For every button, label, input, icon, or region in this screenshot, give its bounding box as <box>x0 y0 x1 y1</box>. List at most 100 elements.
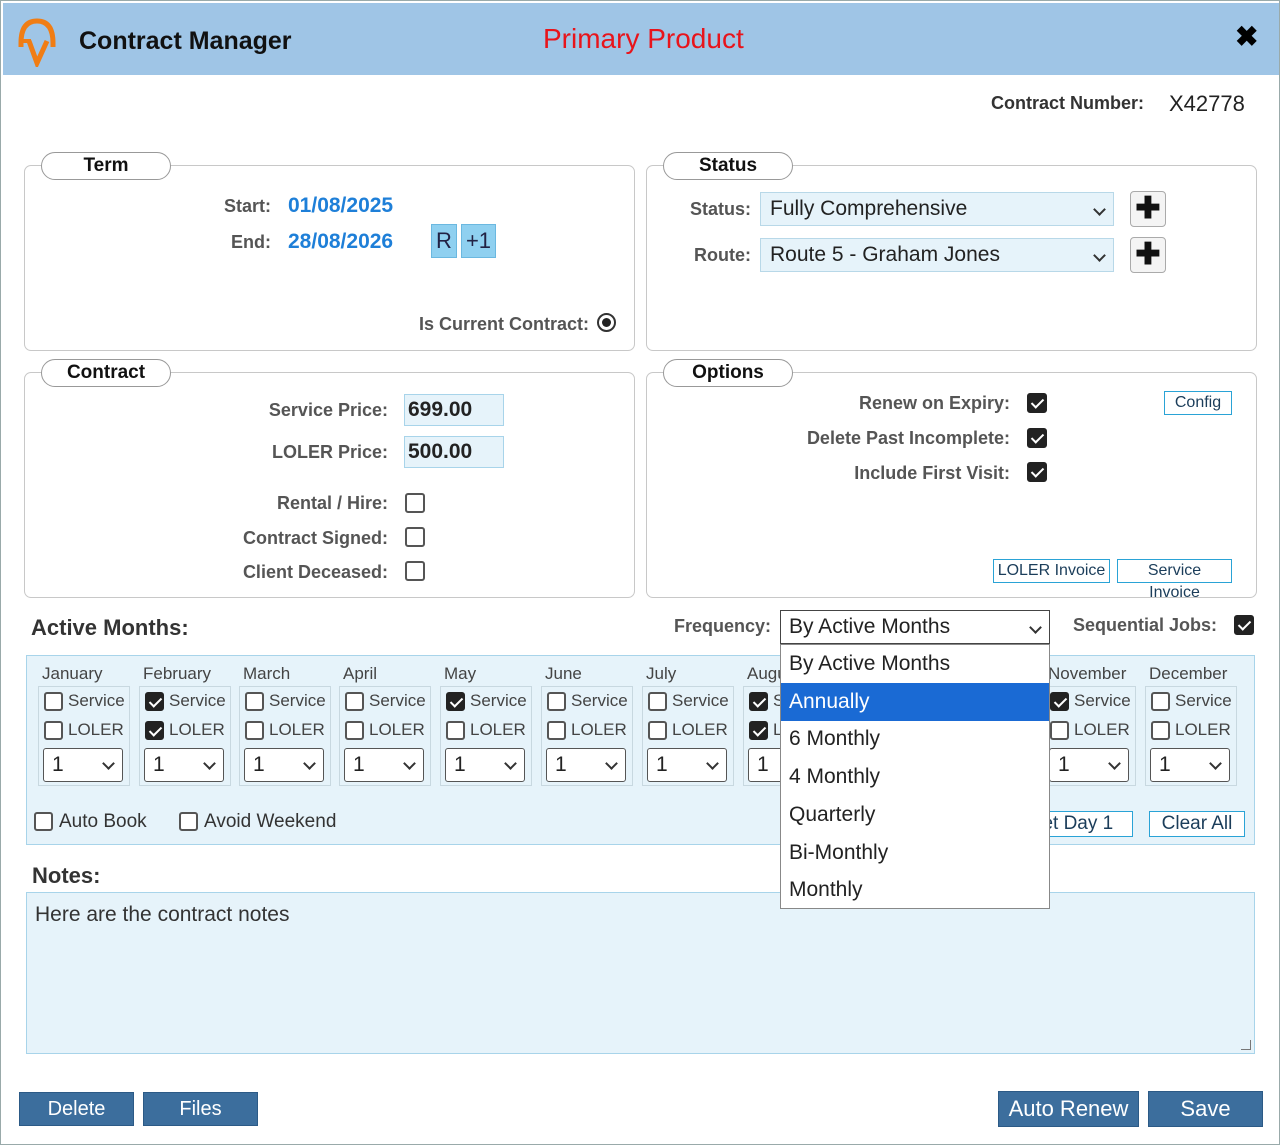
month-service-checkbox[interactable] <box>446 692 465 712</box>
r-button[interactable]: R <box>431 224 457 258</box>
month-service-option[interactable]: Service <box>446 691 527 712</box>
month-column: November Service LOLER 1 <box>1038 656 1138 790</box>
route-select[interactable]: Route 5 - Graham Jones <box>760 238 1114 272</box>
month-loler-option[interactable]: LOLER <box>245 720 325 741</box>
renew-label: Renew on Expiry: <box>858 393 1010 413</box>
month-loler-checkbox[interactable] <box>648 721 667 741</box>
rental-checkbox[interactable] <box>405 493 425 513</box>
month-loler-checkbox[interactable] <box>446 721 465 741</box>
auto-renew-button[interactable]: Auto Renew <box>998 1091 1139 1127</box>
deceased-checkbox[interactable] <box>405 561 425 581</box>
month-name: March <box>243 664 291 683</box>
month-loler-option[interactable]: LOLER <box>1050 720 1130 741</box>
add-status-button[interactable]: ✚ <box>1130 191 1166 227</box>
month-count-select[interactable]: 1 <box>344 748 424 782</box>
month-service-checkbox[interactable] <box>245 692 264 712</box>
loler-price-label: LOLER Price: <box>271 442 388 462</box>
renew-checkbox[interactable] <box>1027 393 1047 413</box>
month-count-select[interactable]: 1 <box>1150 748 1230 782</box>
save-button[interactable]: Save <box>1148 1091 1263 1127</box>
frequency-option[interactable]: By Active Months <box>781 645 1049 683</box>
month-service-label: Service <box>571 691 628 710</box>
month-loler-checkbox[interactable] <box>245 721 264 741</box>
month-loler-checkbox[interactable] <box>44 721 63 741</box>
notes-textarea[interactable]: Here are the contract notes <box>26 892 1255 1054</box>
frequency-option[interactable]: Annually <box>781 682 1049 721</box>
files-button[interactable]: Files <box>143 1092 258 1126</box>
add-route-button[interactable]: ✚ <box>1130 237 1166 273</box>
frequency-option[interactable]: Quarterly <box>781 796 1049 834</box>
service-invoice-button[interactable]: Service Invoice <box>1117 559 1232 601</box>
frequency-option[interactable]: Bi-Monthly <box>781 834 1049 872</box>
month-loler-label: LOLER <box>269 720 325 739</box>
loler-price-input[interactable]: 500.00 <box>404 436 504 468</box>
month-count-select[interactable]: 1 <box>647 748 727 782</box>
month-loler-option[interactable]: LOLER <box>648 720 728 741</box>
month-loler-checkbox[interactable] <box>345 721 364 741</box>
start-date[interactable]: 01/08/2025 <box>288 194 393 218</box>
auto-book-option[interactable]: Auto Book <box>34 811 147 833</box>
month-loler-label: LOLER <box>571 720 627 739</box>
month-service-checkbox[interactable] <box>648 692 667 712</box>
config-button[interactable]: Config <box>1164 391 1232 415</box>
month-loler-option[interactable]: LOLER <box>446 720 526 741</box>
end-date[interactable]: 28/08/2026 <box>288 230 393 254</box>
month-service-option[interactable]: Service <box>44 691 125 712</box>
month-loler-option[interactable]: LOLER <box>1151 720 1231 741</box>
month-service-checkbox[interactable] <box>1050 692 1069 712</box>
month-loler-option[interactable]: LOLER <box>345 720 425 741</box>
delete-button[interactable]: Delete <box>19 1092 134 1126</box>
month-loler-checkbox[interactable] <box>1050 721 1069 741</box>
month-count-select[interactable]: 1 <box>244 748 324 782</box>
month-name: July <box>646 664 677 683</box>
month-service-checkbox[interactable] <box>44 692 63 712</box>
auto-book-label: Auto Book <box>59 811 147 832</box>
loler-invoice-button[interactable]: LOLER Invoice <box>993 559 1110 583</box>
month-loler-option[interactable]: LOLER <box>145 720 225 741</box>
month-count-select[interactable]: 1 <box>43 748 123 782</box>
is-current-radio[interactable] <box>597 313 616 332</box>
month-service-option[interactable]: Service <box>1151 691 1232 712</box>
month-service-option[interactable]: Service <box>1050 691 1131 712</box>
month-box: Service LOLER 1 <box>1145 686 1237 786</box>
auto-book-checkbox[interactable] <box>34 812 53 832</box>
month-service-option[interactable]: Service <box>547 691 628 712</box>
delete-past-checkbox[interactable] <box>1027 428 1047 448</box>
month-count-select[interactable]: 1 <box>1049 748 1129 782</box>
month-box: Service LOLER 1 <box>38 686 130 786</box>
month-service-option[interactable]: Service <box>345 691 426 712</box>
plus-one-year-button[interactable]: +1 <box>461 224 496 258</box>
month-service-checkbox[interactable] <box>345 692 364 712</box>
frequency-select[interactable]: By Active Months <box>780 610 1050 644</box>
frequency-option[interactable]: Monthly <box>781 871 1049 909</box>
month-service-checkbox[interactable] <box>1151 692 1170 712</box>
month-service-checkbox[interactable] <box>749 692 768 712</box>
signed-checkbox[interactable] <box>405 527 425 547</box>
month-loler-checkbox[interactable] <box>547 721 566 741</box>
month-service-checkbox[interactable] <box>145 692 164 712</box>
month-count-select[interactable]: 1 <box>445 748 525 782</box>
month-service-checkbox[interactable] <box>547 692 566 712</box>
month-count-select[interactable]: 1 <box>144 748 224 782</box>
month-loler-checkbox[interactable] <box>1151 721 1170 741</box>
month-loler-option[interactable]: LOLER <box>547 720 627 741</box>
frequency-option[interactable]: 6 Monthly <box>781 720 1049 758</box>
close-icon[interactable]: ✖ <box>1235 23 1258 51</box>
month-loler-option[interactable]: LOLER <box>44 720 124 741</box>
frequency-option[interactable]: 4 Monthly <box>781 758 1049 796</box>
avoid-weekend-option[interactable]: Avoid Weekend <box>179 811 336 833</box>
month-count-select[interactable]: 1 <box>546 748 626 782</box>
month-service-option[interactable]: Service <box>245 691 326 712</box>
month-service-label: Service <box>269 691 326 710</box>
avoid-weekend-checkbox[interactable] <box>179 812 198 832</box>
include-first-checkbox[interactable] <box>1027 462 1047 482</box>
month-service-option[interactable]: Service <box>145 691 226 712</box>
resize-grip-icon[interactable] <box>1241 1040 1251 1050</box>
month-service-option[interactable]: Service <box>648 691 729 712</box>
clear-all-button[interactable]: Clear All <box>1149 811 1245 837</box>
service-price-input[interactable]: 699.00 <box>404 394 504 426</box>
sequential-checkbox[interactable] <box>1234 615 1254 635</box>
month-loler-checkbox[interactable] <box>749 721 768 741</box>
month-loler-checkbox[interactable] <box>145 721 164 741</box>
status-select[interactable]: Fully Comprehensive <box>760 192 1114 226</box>
